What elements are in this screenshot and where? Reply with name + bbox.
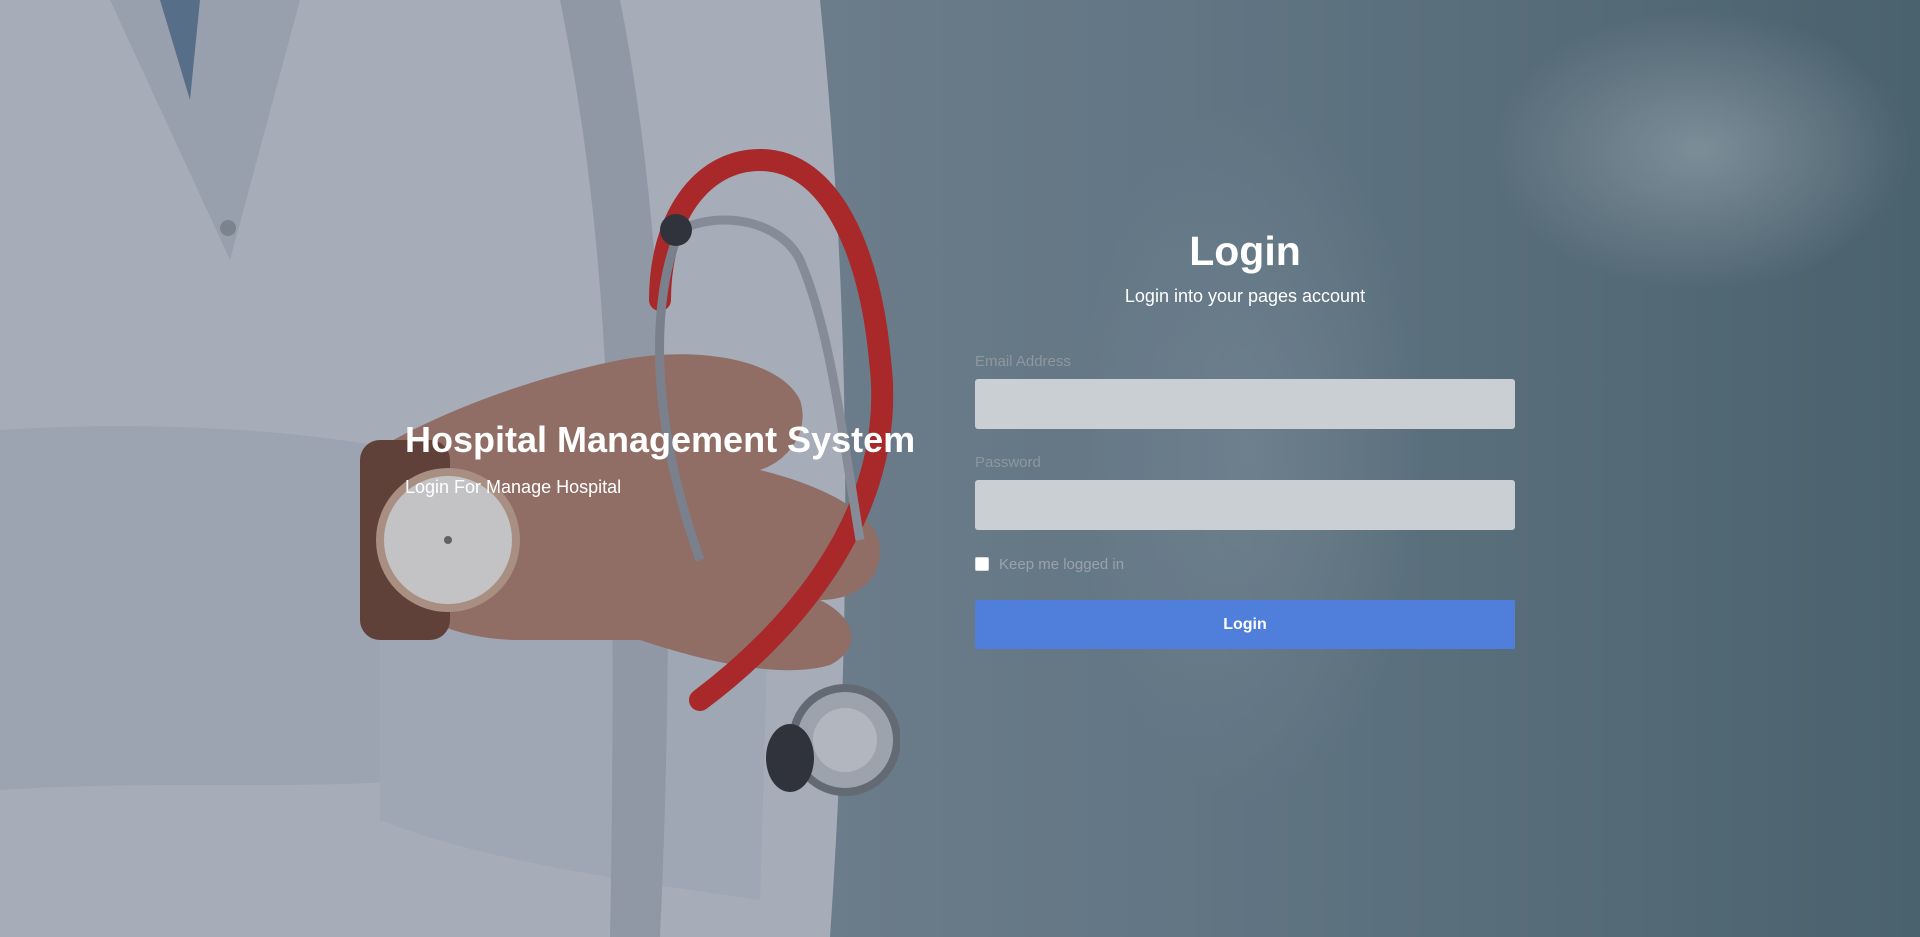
stethoscope-diaphragm xyxy=(813,708,877,772)
email-field[interactable] xyxy=(975,379,1515,429)
watch-center xyxy=(444,536,452,544)
hero-section: Hospital Management System Login For Man… xyxy=(405,418,915,498)
stethoscope-bell xyxy=(766,724,814,792)
password-field[interactable] xyxy=(975,480,1515,530)
coat-button xyxy=(220,220,236,236)
remember-me-checkbox[interactable] xyxy=(975,557,989,571)
email-label: Email Address xyxy=(975,353,1071,370)
hero-title: Hospital Management System xyxy=(405,419,916,460)
login-subtitle: Login into your pages account xyxy=(1124,286,1366,306)
coat-fold xyxy=(0,426,420,790)
remember-me-label[interactable]: Keep me logged in xyxy=(999,556,1124,573)
password-label: Password xyxy=(975,454,1041,471)
login-form: Login Login into your pages account Emai… xyxy=(975,225,1515,649)
login-title: Login xyxy=(1189,228,1301,274)
login-button[interactable]: Login xyxy=(975,600,1515,649)
login-page: Hospital Management System Login For Man… xyxy=(0,0,1920,937)
stethoscope-earpiece xyxy=(660,214,692,246)
hero-subtitle: Login For Manage Hospital xyxy=(405,477,622,497)
remember-me-row[interactable]: Keep me logged in xyxy=(975,555,1515,573)
